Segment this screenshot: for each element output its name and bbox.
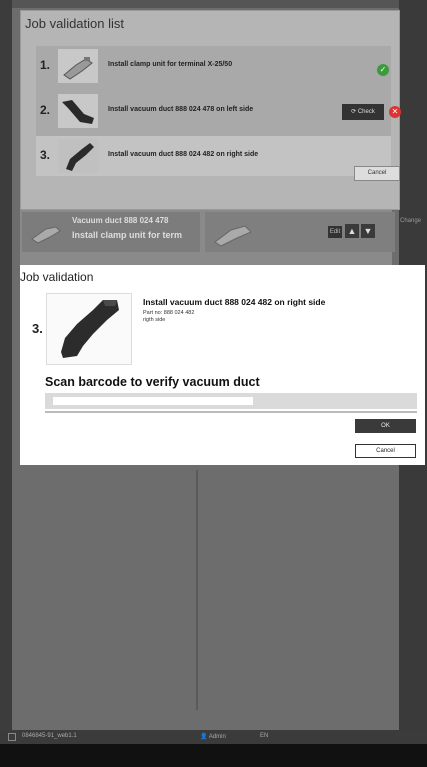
status-user: 👤 Admin [200,734,226,740]
part-number: Part no: 888 024 482 [143,310,195,316]
edit-button[interactable]: Edit [328,226,342,238]
barcode-input[interactable] [53,397,253,405]
job-list-item[interactable]: 1. Install clamp unit for terminal X-25/… [36,46,391,86]
left-strip [0,0,12,767]
job-text: Install vacuum duct 888 024 478 on left … [108,106,254,113]
job-text: Install clamp unit for terminal X-25/50 [108,61,233,68]
validation-dialog-title: Job validation [20,270,94,284]
list-cancel-button[interactable]: Cancel [354,166,400,181]
background-side-label: Change [400,218,422,224]
side-label: rigth side [143,317,166,323]
vacuum-duct-image [46,293,132,365]
job-number: 3. [40,148,51,162]
list-dialog-title: Job validation list [25,16,124,31]
column-divider [196,470,198,710]
job-text: Install vacuum duct 888 024 482 on right… [108,151,259,158]
vacuum-duct-icon [66,143,94,171]
job-validation-dialog: Job validation 3. Install vacuum duct 88… [20,265,425,465]
ok-check-icon: ✓ [377,64,389,76]
status-path: 0846845-91_web1.1 [22,733,77,739]
error-icon: ✕ [389,106,401,118]
scan-instruction: Scan barcode to verify vacuum duct [45,375,260,389]
clamp-unit-icon [31,226,61,244]
bottom-bar [0,744,427,767]
barcode-input-area [45,393,417,409]
job-list: 1. Install clamp unit for terminal X-25/… [36,46,391,176]
move-up-icon[interactable]: ▲ [345,224,359,238]
background-row-sub: Vacuum duct 888 024 478 [72,216,169,225]
status-bar: 0846845-91_web1.1 👤 Admin EN [0,730,427,744]
cancel-button[interactable]: Cancel [355,444,416,458]
clamp-unit-icon [214,225,252,247]
status-square-icon [8,733,16,741]
move-down-icon[interactable]: ▼ [361,224,375,238]
clamp-unit-icon [63,57,93,80]
scan-progress-track [45,411,417,413]
job-number: 2. [40,103,51,117]
job-number: 1. [40,58,51,72]
background-row-title: Install clamp unit for term [72,230,183,240]
vacuum-duct-icon [62,100,94,124]
validation-heading: Install vacuum duct 888 024 482 on right… [143,297,326,307]
job-thumbnail [58,94,98,128]
job-list-item-selected[interactable]: 3. Install vacuum duct 888 024 482 on ri… [36,136,391,176]
vacuum-duct-icon [61,300,119,358]
job-thumbnail [58,139,98,173]
app-window: Vacuum duct 888 024 478 Install clamp un… [0,0,427,767]
status-language: EN [260,733,269,739]
ok-button[interactable]: OK [355,419,416,433]
validation-job-number: 3. [32,321,43,336]
job-thumbnail [58,49,98,83]
background-job-row: Vacuum duct 888 024 478 Install clamp un… [22,212,200,252]
check-button[interactable]: ⟳ Check [342,104,384,120]
job-list-item[interactable]: 2. Install vacuum duct 888 024 478 on le… [36,91,391,131]
